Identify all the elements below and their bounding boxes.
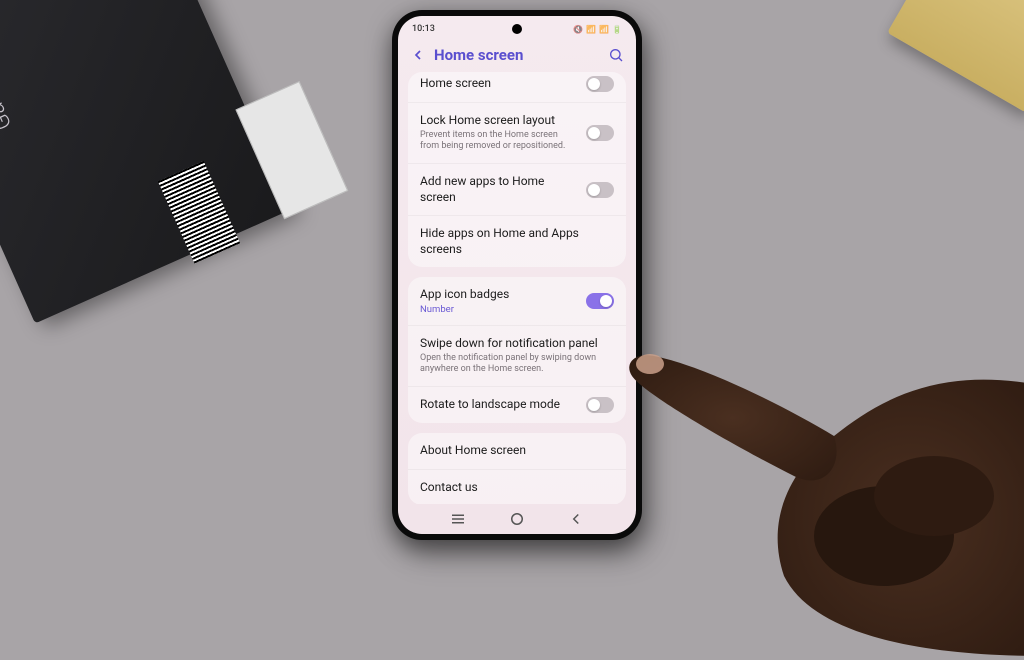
row-subtitle: Open the notification panel by swiping d… bbox=[420, 353, 614, 376]
toggle-rotate-landscape[interactable] bbox=[586, 397, 614, 413]
row-swipe-down-notification[interactable]: Swipe down for notification panel Open t… bbox=[408, 325, 626, 386]
row-title: App icon badges bbox=[420, 287, 578, 303]
product-box: Galaxy S25 Ultra bbox=[0, 0, 291, 324]
wifi-icon: 📶 bbox=[586, 25, 596, 34]
phone-screen: 10:13 🔇 📶 📶 🔋 Home screen Home scree bbox=[398, 16, 636, 534]
row-title: Swipe down for notification panel bbox=[420, 336, 614, 352]
wooden-clamp-prop bbox=[887, 0, 1024, 113]
android-nav-bar bbox=[398, 504, 636, 534]
status-time: 10:13 bbox=[412, 24, 435, 34]
toggle-add-apps[interactable] bbox=[586, 182, 614, 198]
row-title: About Home screen bbox=[420, 443, 614, 459]
row-title: Home screen bbox=[420, 76, 578, 92]
row-title: Contact us bbox=[420, 480, 614, 496]
box-model-text: Galaxy S25 Ultra bbox=[0, 0, 17, 134]
row-add-apps[interactable]: Add new apps to Home screen bbox=[408, 163, 626, 215]
status-icons: 🔇 📶 📶 🔋 bbox=[573, 25, 622, 34]
toggle-home-screen[interactable] bbox=[586, 76, 614, 92]
row-title: Rotate to landscape mode bbox=[420, 397, 578, 413]
toggle-app-icon-badges[interactable] bbox=[586, 293, 614, 309]
row-subtitle: Prevent items on the Home screen from be… bbox=[420, 130, 578, 153]
page-header: Home screen bbox=[398, 42, 636, 72]
row-app-icon-badges[interactable]: App icon badges Number bbox=[408, 277, 626, 325]
row-lock-layout[interactable]: Lock Home screen layout Prevent items on… bbox=[408, 102, 626, 163]
row-contact-us[interactable]: Contact us bbox=[408, 469, 626, 505]
back-icon[interactable] bbox=[410, 47, 426, 63]
signal-icon: 📶 bbox=[599, 25, 609, 34]
back-nav-button[interactable] bbox=[567, 510, 585, 528]
settings-list[interactable]: Home screen Lock Home screen layout Prev… bbox=[398, 72, 636, 504]
toggle-lock-layout[interactable] bbox=[586, 125, 614, 141]
settings-card-1: Home screen Lock Home screen layout Prev… bbox=[408, 72, 626, 267]
box-barcode bbox=[158, 161, 240, 264]
row-title: Lock Home screen layout bbox=[420, 113, 578, 129]
settings-card-2: App icon badges Number Swipe down for no… bbox=[408, 277, 626, 423]
row-value: Number bbox=[420, 304, 578, 315]
row-title: Add new apps to Home screen bbox=[420, 174, 578, 205]
row-hide-apps[interactable]: Hide apps on Home and Apps screens bbox=[408, 215, 626, 267]
usb-stick-prop bbox=[974, 536, 1024, 566]
volume-icon: 🔇 bbox=[573, 25, 583, 34]
camera-hole bbox=[512, 24, 522, 34]
hand-pointing bbox=[584, 236, 1024, 656]
settings-card-3: About Home screen Contact us bbox=[408, 433, 626, 504]
phone-frame: 10:13 🔇 📶 📶 🔋 Home screen Home scree bbox=[392, 10, 642, 540]
row-title: Hide apps on Home and Apps screens bbox=[420, 226, 614, 257]
row-rotate-landscape[interactable]: Rotate to landscape mode bbox=[408, 386, 626, 423]
row-home-screen[interactable]: Home screen bbox=[408, 72, 626, 102]
battery-icon: 🔋 bbox=[612, 25, 622, 34]
box-sticker bbox=[235, 81, 348, 219]
recents-button[interactable] bbox=[449, 510, 467, 528]
page-title: Home screen bbox=[434, 46, 600, 64]
row-about-home-screen[interactable]: About Home screen bbox=[408, 433, 626, 469]
home-button[interactable] bbox=[508, 510, 526, 528]
search-icon[interactable] bbox=[608, 47, 624, 63]
